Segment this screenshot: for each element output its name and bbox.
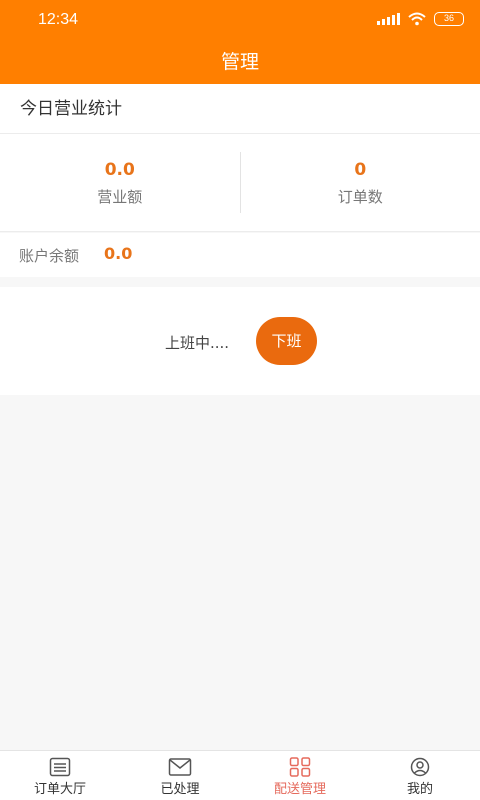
duty-panel: 上班中.... bbox=[0, 287, 480, 395]
tab-label: 订单大厅 bbox=[33, 782, 86, 797]
page-title: 管理 bbox=[0, 42, 480, 84]
grid-icon bbox=[289, 757, 311, 777]
signal-icon bbox=[377, 13, 400, 25]
status-icons: 36 bbox=[377, 12, 464, 26]
revenue-stat: 0.0 营业额 bbox=[0, 134, 240, 231]
orders-value: 0 bbox=[354, 160, 367, 180]
balance-value: 0.0 bbox=[104, 244, 133, 263]
tab-label: 已处理 bbox=[160, 782, 200, 797]
wifi-icon bbox=[408, 12, 426, 26]
orders-stat: 0 订单数 bbox=[239, 152, 480, 213]
tab-delivery-management[interactable]: 配送管理 bbox=[240, 751, 360, 800]
tab-processed[interactable]: 已处理 bbox=[120, 751, 240, 800]
tab-label: 配送管理 bbox=[273, 782, 326, 797]
tab-label: 我的 bbox=[406, 782, 433, 797]
revenue-value: 0.0 bbox=[104, 160, 135, 180]
tab-order-hall[interactable]: 订单大厅 bbox=[0, 751, 120, 800]
balance-label: 账户余额 bbox=[19, 247, 80, 265]
tab-mine[interactable]: 我的 bbox=[360, 751, 480, 800]
user-icon bbox=[410, 757, 430, 777]
duty-status-text: 上班中.... bbox=[165, 334, 230, 352]
stats-panel: 0.0 营业额 0 订单数 bbox=[0, 134, 480, 232]
bottom-tab-bar: 订单大厅 已处理 配送管理 我的 bbox=[0, 750, 480, 800]
off-duty-button[interactable]: 下班 bbox=[256, 317, 317, 365]
status-bar: 12:34 36 bbox=[0, 0, 480, 42]
balance-row: 账户余额 0.0 bbox=[0, 233, 480, 277]
orders-label: 订单数 bbox=[337, 188, 383, 206]
status-time: 12:34 bbox=[38, 11, 79, 28]
revenue-label: 营业额 bbox=[97, 188, 143, 206]
stats-section-header: 今日营业统计 bbox=[0, 84, 480, 134]
list-icon bbox=[49, 757, 71, 777]
battery-icon: 36 bbox=[434, 12, 464, 26]
stats-section-title: 今日营业统计 bbox=[20, 99, 122, 119]
mail-icon bbox=[168, 758, 192, 776]
